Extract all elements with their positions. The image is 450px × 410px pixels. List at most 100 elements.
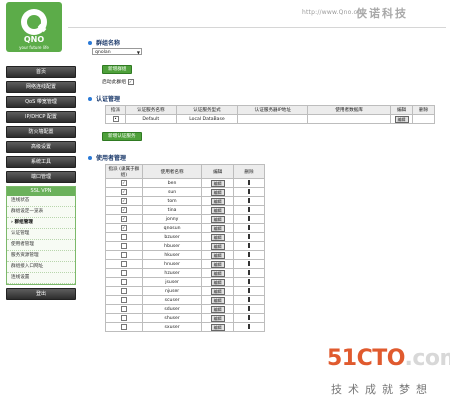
user-assign-checkbox[interactable]: ✓ (120, 179, 127, 186)
delete-icon[interactable] (247, 197, 250, 203)
auth-section-title: 认证管理 (88, 94, 446, 103)
user-edit-button[interactable]: 编辑 (210, 206, 225, 214)
header-divider (68, 27, 446, 28)
sidebar-item-ports[interactable]: 端口管理 (6, 171, 76, 183)
delete-icon[interactable] (247, 206, 250, 212)
section-bullet-icon (88, 155, 92, 160)
user-edit-button[interactable]: 编辑 (210, 224, 225, 232)
main-content: 群组名称 qnolan ▼ 新增群组 启动此群组 ✓ 认证管理 指派 认证服务名… (88, 38, 446, 332)
user-edit-button[interactable]: 编辑 (210, 323, 225, 331)
add-group-button[interactable]: 新增群组 (102, 65, 133, 74)
users-section-title: 使用者管理 (88, 153, 446, 162)
user-assign-checkbox[interactable]: ✓ (120, 224, 127, 231)
auth-table-header: 指派 认证服务名称 认证服务型式 认证服务器IP地址 使用者数据库 编辑 删除 (104, 105, 435, 115)
user-assign-checkbox[interactable]: ✓ (120, 197, 127, 204)
user-assign-checkbox[interactable] (120, 323, 127, 330)
delete-icon[interactable] (247, 251, 250, 257)
user-edit-button[interactable]: 编辑 (210, 314, 225, 322)
sidebar-item-firewall[interactable]: 防火墙配置 (6, 126, 76, 138)
user-assign-checkbox[interactable] (120, 305, 127, 312)
user-edit-button[interactable]: 编辑 (210, 287, 225, 295)
user-assign-checkbox[interactable]: ✓ (120, 215, 127, 222)
user-assign-checkbox[interactable] (120, 278, 127, 285)
delete-icon[interactable] (247, 323, 250, 329)
ssl-item-portal-url[interactable]: 群组接入口网址 (7, 262, 75, 273)
watermark-suffix: .com (404, 346, 450, 371)
delete-icon[interactable] (247, 242, 250, 248)
table-row: hzuser 编辑 (105, 268, 266, 278)
sidebar-item-qos[interactable]: QoS 带宽管理 (6, 96, 76, 108)
top-header: QNO your future life http://www.Qno.cn 侠… (0, 0, 450, 52)
delete-icon[interactable] (247, 287, 250, 293)
ssl-item-group-list[interactable]: 群组设定一览表 (7, 207, 75, 218)
user-edit-button[interactable]: 编辑 (210, 296, 225, 304)
delete-icon[interactable] (247, 278, 250, 284)
users-col-delete: 删除 (232, 164, 266, 179)
add-auth-button[interactable]: 新增认证服务 (102, 132, 142, 141)
users-heading: 使用者管理 (96, 155, 127, 162)
auth-assign-radio[interactable]: • (112, 115, 119, 122)
delete-icon[interactable] (247, 269, 250, 275)
sidebar: 首页 网络连线配置 QoS 带宽管理 IP/DHCP 配置 防火墙配置 高级设置… (6, 66, 76, 303)
group-name-section-title: 群组名称 (88, 38, 446, 47)
user-assign-checkbox[interactable] (120, 251, 127, 258)
table-row: sduser 编辑 (105, 304, 266, 314)
sidebar-item-advanced[interactable]: 高级设置 (6, 141, 76, 153)
sidebar-item-dhcp[interactable]: IP/DHCP 配置 (6, 111, 76, 123)
user-edit-button[interactable]: 编辑 (210, 179, 225, 187)
sidebar-item-tools[interactable]: 系统工具 (6, 156, 76, 168)
delete-icon[interactable] (247, 188, 250, 194)
delete-icon[interactable] (247, 215, 250, 221)
user-edit-button[interactable]: 编辑 (210, 197, 225, 205)
ssl-item-users[interactable]: 使用者管理 (7, 240, 75, 251)
ssl-item-status[interactable]: 连线状态 (7, 196, 75, 207)
enable-group-checkbox[interactable]: ✓ (127, 78, 134, 85)
user-edit-button[interactable]: 编辑 (210, 269, 225, 277)
user-assign-checkbox[interactable] (120, 260, 127, 267)
sidebar-item-home[interactable]: 首页 (6, 66, 76, 78)
table-row: ✓ tom 编辑 (105, 196, 266, 206)
group-select-value: qnolan (95, 50, 111, 55)
delete-icon[interactable] (247, 179, 250, 185)
user-name: shuser (141, 313, 203, 323)
user-edit-button[interactable]: 编辑 (210, 305, 225, 313)
user-edit-button[interactable]: 编辑 (210, 260, 225, 268)
ssl-item-auth[interactable]: 认证管理 (7, 229, 75, 240)
delete-icon[interactable] (247, 260, 250, 266)
user-assign-checkbox[interactable] (120, 233, 127, 240)
ssl-item-settings[interactable]: 连线设置 (7, 273, 75, 284)
ssl-item-resources[interactable]: 服务资源管理 (7, 251, 75, 262)
user-assign-checkbox[interactable]: ✓ (120, 188, 127, 195)
user-edit-button[interactable]: 编辑 (210, 188, 225, 196)
delete-icon[interactable] (247, 305, 250, 311)
user-assign-checkbox[interactable] (120, 269, 127, 276)
delete-icon[interactable] (247, 314, 250, 320)
auth-row-type: Local DataBase (175, 114, 239, 124)
auth-edit-button[interactable]: 编辑 (394, 115, 409, 123)
user-assign-checkbox[interactable]: ✓ (120, 206, 127, 213)
user-assign-checkbox[interactable] (120, 242, 127, 249)
group-name-heading: 群组名称 (96, 40, 121, 47)
delete-icon[interactable] (247, 224, 250, 230)
user-edit-button[interactable]: 编辑 (210, 233, 225, 241)
auth-col-assign: 指派 (104, 105, 127, 115)
table-row: ✓ tina 编辑 (105, 205, 266, 215)
auth-col-edit: 编辑 (389, 105, 414, 115)
auth-row-delete-cell (412, 114, 435, 124)
table-row: jsuser 编辑 (105, 277, 266, 287)
user-edit-button[interactable]: 编辑 (210, 251, 225, 259)
group-select[interactable]: qnolan ▼ (92, 48, 142, 55)
user-edit-button[interactable]: 编辑 (210, 278, 225, 286)
user-assign-checkbox[interactable] (120, 287, 127, 294)
user-assign-checkbox[interactable] (120, 296, 127, 303)
user-edit-button[interactable]: 编辑 (210, 242, 225, 250)
delete-icon[interactable] (247, 233, 250, 239)
ssl-vpn-title[interactable]: SSL VPN (7, 187, 75, 196)
user-assign-checkbox[interactable] (120, 314, 127, 321)
sidebar-item-network[interactable]: 网络连线配置 (6, 81, 76, 93)
logout-button[interactable]: 登出 (6, 288, 76, 300)
delete-icon[interactable] (247, 296, 250, 302)
user-edit-button[interactable]: 编辑 (210, 215, 225, 223)
ssl-item-group-manage[interactable]: › 群组管理 (7, 218, 75, 229)
brand-title: 侠诺科技 (356, 7, 408, 20)
